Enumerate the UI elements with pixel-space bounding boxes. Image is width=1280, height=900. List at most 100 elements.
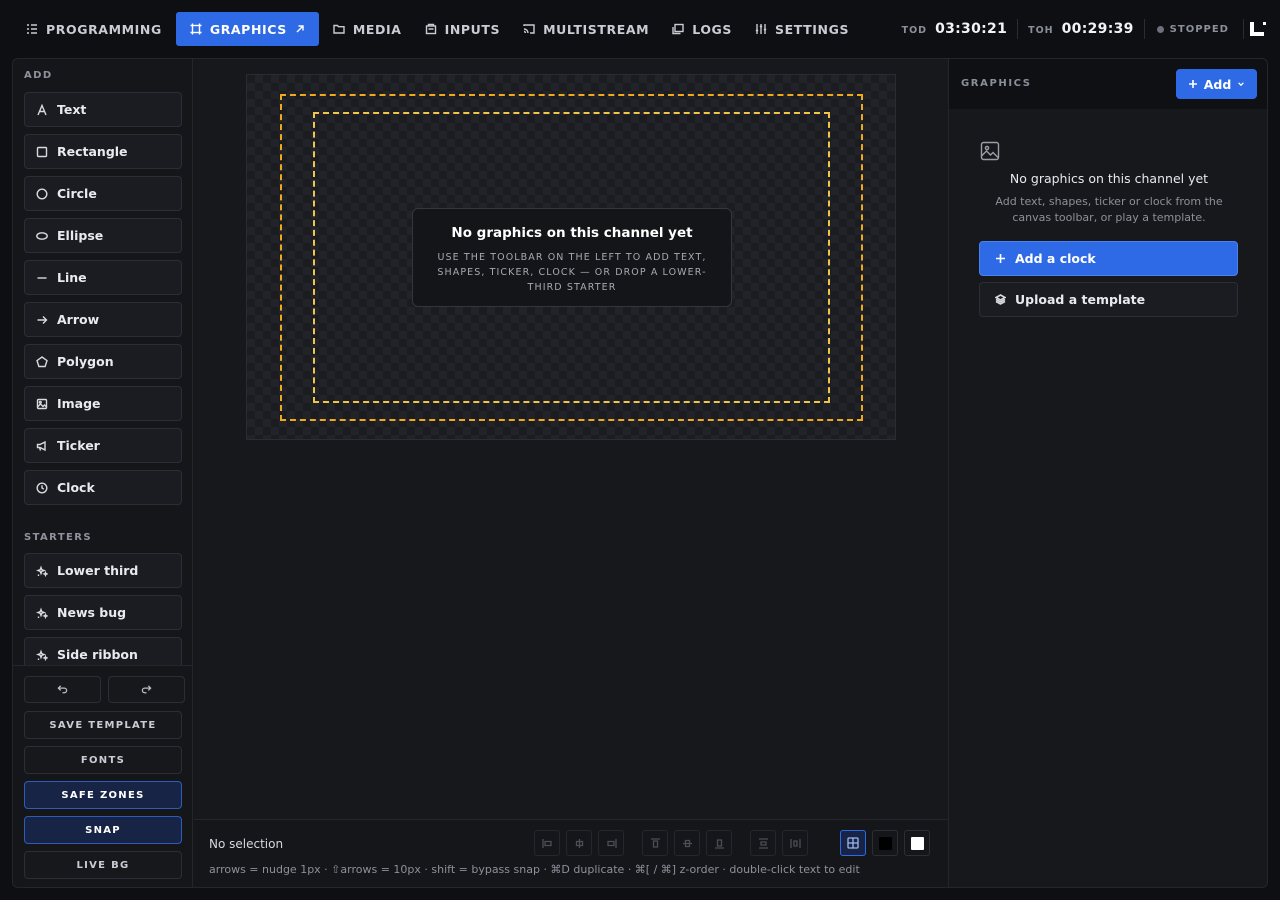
tool-rectangle-button[interactable]: Rectangle [24, 134, 182, 169]
timers: TOD 03:30:21 TOH 00:29:39 STOPPED [892, 0, 1280, 58]
tab-label: PROGRAMMING [46, 21, 162, 37]
folder-icon [333, 24, 345, 34]
app-logo [1250, 22, 1266, 36]
panel-empty-subtitle: Add text, shapes, ticker or clock from t… [995, 195, 1223, 224]
tab-graphics[interactable]: GRAPHICS [175, 12, 319, 46]
image-placeholder-icon [980, 141, 1000, 165]
tab-programming[interactable]: PROGRAMMING [17, 13, 171, 46]
panel-header: GRAPHICS Add [949, 59, 1267, 109]
polygon-icon [36, 355, 48, 367]
align-top-icon [650, 837, 660, 848]
tool-line-button[interactable]: Line [24, 260, 182, 295]
align-center-vertical-icon [682, 839, 692, 847]
clock-icon [36, 481, 48, 494]
rectangle-icon [36, 146, 48, 157]
graphics-panel: GRAPHICS Add No graphics on this channel… [948, 59, 1267, 887]
tab-logs[interactable]: LOGS [663, 13, 741, 46]
fonts-button[interactable]: FONTS [24, 746, 182, 774]
cast-icon [523, 24, 535, 34]
align-left-button[interactable] [534, 830, 560, 856]
tab-label: INPUTS [444, 21, 501, 37]
tool-circle-button[interactable]: Circle [24, 176, 182, 211]
undo-button[interactable] [24, 676, 101, 703]
toh-timer: TOH 00:29:39 [1018, 21, 1144, 37]
safe-zones-toggle[interactable]: SAFE ZONES [24, 781, 182, 809]
tab-label: GRAPHICS [209, 21, 287, 37]
checkerboard-icon [847, 837, 859, 849]
add-graphic-button[interactable]: Add [1176, 69, 1257, 99]
tool-ticker-button[interactable]: Ticker [24, 428, 182, 463]
distribute-vertical-button[interactable] [750, 830, 776, 856]
list-icon [27, 24, 37, 34]
tab-media[interactable]: MEDIA [324, 13, 411, 46]
tab-label: MULTISTREAM [543, 21, 650, 37]
align-middle-button[interactable] [674, 830, 700, 856]
keyboard-hints: arrows = nudge 1px · ⇧arrows = 10px · sh… [209, 863, 860, 876]
align-right-button[interactable] [598, 830, 624, 856]
tab-multistream[interactable]: MULTISTREAM [514, 13, 658, 46]
align-center-h-button[interactable] [566, 830, 592, 856]
redo-button[interactable] [108, 676, 185, 703]
tod-value: 03:30:21 [935, 21, 1008, 37]
align-bottom-icon [714, 838, 724, 849]
text-tool-icon [37, 103, 47, 115]
image-icon [36, 398, 48, 409]
graphics-canvas[interactable]: No graphics on this channel yet USE THE … [246, 74, 896, 440]
starter-label: Side ribbon [57, 647, 138, 662]
tool-label: Circle [57, 186, 97, 201]
toh-value: 00:29:39 [1061, 21, 1134, 37]
tool-label: Text [57, 102, 87, 117]
tool-label: Polygon [57, 354, 114, 369]
upload-template-button[interactable]: Upload a template [979, 282, 1238, 317]
status-indicator: STOPPED [1145, 24, 1243, 35]
layers-icon [995, 294, 1006, 305]
align-bottom-button[interactable] [706, 830, 732, 856]
align-left-icon [541, 838, 552, 848]
tab-label: MEDIA [352, 21, 402, 37]
sparkle-icon [36, 648, 48, 661]
tool-ellipse-button[interactable]: Ellipse [24, 218, 182, 253]
tool-arrow-button[interactable]: Arrow [24, 302, 182, 337]
bg-transparent-button[interactable] [840, 830, 866, 856]
align-top-button[interactable] [642, 830, 668, 856]
tool-text-button[interactable]: Text [24, 92, 182, 127]
starter-lower-third-button[interactable]: Lower third [24, 553, 182, 588]
status-text: STOPPED [1169, 23, 1229, 35]
tool-label: Image [57, 396, 101, 411]
plus-icon [996, 254, 1005, 263]
tod-timer: TOD 03:30:21 [892, 21, 1018, 37]
bg-black-button[interactable] [872, 830, 898, 856]
panel-title: GRAPHICS [961, 78, 1032, 89]
frame-icon [190, 23, 202, 35]
background-picker [840, 830, 930, 856]
tab-settings[interactable]: SETTINGS [746, 13, 858, 46]
tool-polygon-button[interactable]: Polygon [24, 344, 182, 379]
tool-label: Arrow [57, 312, 100, 327]
align-right-icon [606, 838, 617, 848]
divider [1243, 19, 1244, 39]
arrow-right-icon [37, 315, 48, 324]
panel-empty-title: No graphics on this channel yet [1009, 171, 1209, 186]
starter-news-bug-button[interactable]: News bug [24, 595, 182, 630]
tool-clock-button[interactable]: Clock [24, 470, 182, 505]
snap-toggle[interactable]: SNAP [24, 816, 182, 844]
add-clock-button[interactable]: Add a clock [979, 241, 1238, 276]
distribute-horizontal-button[interactable] [782, 830, 808, 856]
canvas-empty-subtitle: USE THE TOOLBAR ON THE LEFT TO ADD TEXT,… [437, 252, 707, 293]
logs-icon [672, 23, 684, 35]
add-label: Add [1203, 76, 1232, 92]
chevron-down-icon [1238, 82, 1245, 87]
tool-label: Line [57, 270, 87, 285]
save-template-button[interactable]: SAVE TEMPLATE [24, 711, 182, 739]
graphics-workspace: ADD Text Rectangle Circle Ellipse Line A… [12, 58, 1268, 888]
line-icon [37, 276, 47, 279]
align-toolbar [534, 830, 814, 856]
bg-white-button[interactable] [904, 830, 930, 856]
tab-inputs[interactable]: INPUTS [416, 13, 510, 46]
live-bg-toggle[interactable]: LIVE BG [24, 851, 182, 879]
tool-label: Rectangle [57, 144, 128, 159]
tool-image-button[interactable]: Image [24, 386, 182, 421]
canvas-empty-state: No graphics on this channel yet USE THE … [412, 208, 732, 307]
tool-label: Ticker [57, 438, 100, 453]
tod-label: TOD [901, 25, 928, 36]
